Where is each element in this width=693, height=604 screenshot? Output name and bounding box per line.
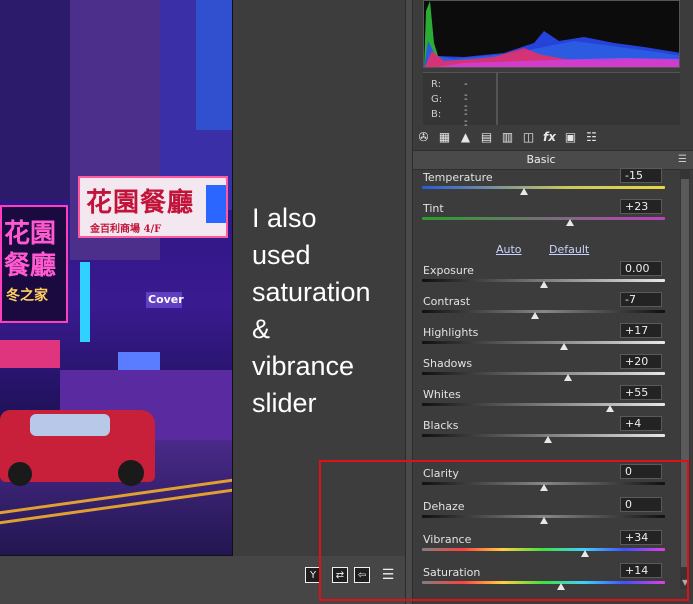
annotation-line-4: & — [252, 314, 271, 344]
shadows-slider-track[interactable] — [422, 372, 665, 375]
temperature-slider-row: Temperature -15 — [420, 168, 670, 202]
shadows-slider-thumb[interactable] — [563, 374, 572, 381]
hsl-icon[interactable]: ▥ — [500, 130, 515, 145]
camera-icon[interactable]: ▣ — [563, 130, 578, 145]
neon-sign-line-3: 冬之家 — [6, 288, 48, 304]
blacks-slider-thumb[interactable] — [544, 436, 553, 443]
temperature-value-field[interactable]: -15 — [620, 168, 662, 183]
cover-sign: Cover — [146, 292, 184, 308]
histogram-graph — [424, 1, 679, 67]
histogram — [423, 0, 680, 68]
shadows-label: Shadows — [423, 357, 473, 370]
contrast-slider-thumb[interactable] — [530, 312, 539, 319]
section-header: Basic ☰ — [413, 150, 693, 170]
exposure-label: Exposure — [423, 264, 474, 277]
shadows-value-field[interactable]: +20 — [620, 354, 662, 369]
exposure-slider-row: Exposure 0.00 — [420, 261, 670, 295]
annotation-line-1: I also — [252, 203, 317, 233]
menu-icon[interactable]: ☰ — [678, 154, 687, 165]
rgb-separator — [496, 73, 498, 125]
highlights-slider-track[interactable] — [422, 341, 665, 344]
tint-value-field[interactable]: +23 — [620, 199, 662, 214]
exposure-slider-thumb[interactable] — [539, 281, 548, 288]
blacks-label: Blacks — [423, 419, 459, 432]
tint-label: Tint — [423, 202, 444, 215]
contrast-slider-row: Contrast -7 — [420, 292, 670, 326]
cover-sign-text: Cover — [148, 293, 184, 306]
lens-icon[interactable]: ◫ — [521, 130, 536, 145]
split-toning-icon[interactable]: ▤ — [479, 130, 494, 145]
temperature-slider-thumb[interactable] — [520, 188, 529, 195]
taxi-wheel-front — [118, 460, 144, 486]
neon-sign-left: 花園 餐廳 冬之家 — [0, 205, 68, 323]
tint-slider-track[interactable] — [422, 217, 665, 220]
g-label: G: — [431, 94, 443, 105]
highlights-slider-row: Highlights +17 — [420, 323, 670, 357]
shadows-slider-row: Shadows +20 — [420, 354, 670, 388]
presets-icon[interactable]: ☷ — [584, 130, 599, 145]
neon-sign-line-2: 餐廳 — [4, 251, 57, 281]
section-title: Basic — [526, 153, 556, 166]
highlight-box — [319, 460, 689, 601]
blacks-value-field[interactable]: +4 — [620, 416, 662, 431]
aperture-icon[interactable]: ✇ — [416, 130, 431, 145]
r-label: R: — [431, 79, 442, 90]
b-label: B: — [431, 109, 442, 120]
highlights-slider-thumb[interactable] — [560, 343, 569, 350]
building-left — [0, 0, 70, 200]
photo-preview: 花園餐廳 金百利商場 4/F 花園 餐廳 冬之家 Cover — [0, 0, 233, 556]
whites-value-field[interactable]: +55 — [620, 385, 662, 400]
rgb-row-r: R: --- — [431, 79, 468, 112]
highlights-value-field[interactable]: +17 — [620, 323, 662, 338]
exposure-value-field[interactable]: 0.00 — [620, 261, 662, 276]
temperature-slider-track[interactable] — [422, 186, 665, 189]
tint-slider-row: Tint +23 — [420, 199, 670, 233]
rgb-readout: R: --- G: --- B: --- — [423, 72, 680, 142]
tint-slider-thumb[interactable] — [566, 219, 575, 226]
contrast-slider-track[interactable] — [422, 310, 665, 313]
temperature-label: Temperature — [423, 171, 493, 184]
restaurant-sign-text: 花園餐廳 — [86, 188, 195, 218]
panel-tabs: ✇ ▦ ▲ ▤ ▥ ◫ fx ▣ ☷ — [413, 126, 693, 148]
auto-button[interactable]: Auto — [496, 243, 522, 256]
neon-stripe-blue — [80, 262, 90, 342]
whites-slider-thumb[interactable] — [606, 405, 615, 412]
whites-slider-row: Whites +55 — [420, 385, 670, 419]
annotation-line-5: vibrance — [252, 351, 355, 381]
sky-patch — [196, 0, 232, 130]
annotation-line-6: slider — [252, 388, 317, 418]
fx-icon[interactable]: fx — [542, 130, 557, 145]
restaurant-sign-subtext: 金百利商場 4/F — [90, 224, 162, 235]
annotation-line-2: used — [252, 240, 311, 270]
mountain-icon[interactable]: ▲ — [458, 130, 473, 145]
contrast-label: Contrast — [423, 295, 471, 308]
whites-slider-track[interactable] — [422, 403, 665, 406]
taxi-window — [30, 414, 110, 436]
annotation-line-3: saturation — [252, 277, 371, 307]
rgb-row-b: B: --- — [431, 109, 468, 142]
blacks-slider-row: Blacks +4 — [420, 416, 670, 450]
grid-icon[interactable]: ▦ — [437, 130, 452, 145]
contrast-value-field[interactable]: -7 — [620, 292, 662, 307]
default-button[interactable]: Default — [549, 243, 589, 256]
neon-sign-pink — [0, 340, 60, 368]
taxi-wheel-rear — [8, 462, 32, 486]
arrow-sign — [206, 185, 226, 223]
rgb-row-g: G: --- — [431, 94, 468, 127]
highlights-label: Highlights — [423, 326, 479, 339]
annotation-text: I also used saturation & vibrance slider — [252, 200, 402, 422]
whites-label: Whites — [423, 388, 461, 401]
